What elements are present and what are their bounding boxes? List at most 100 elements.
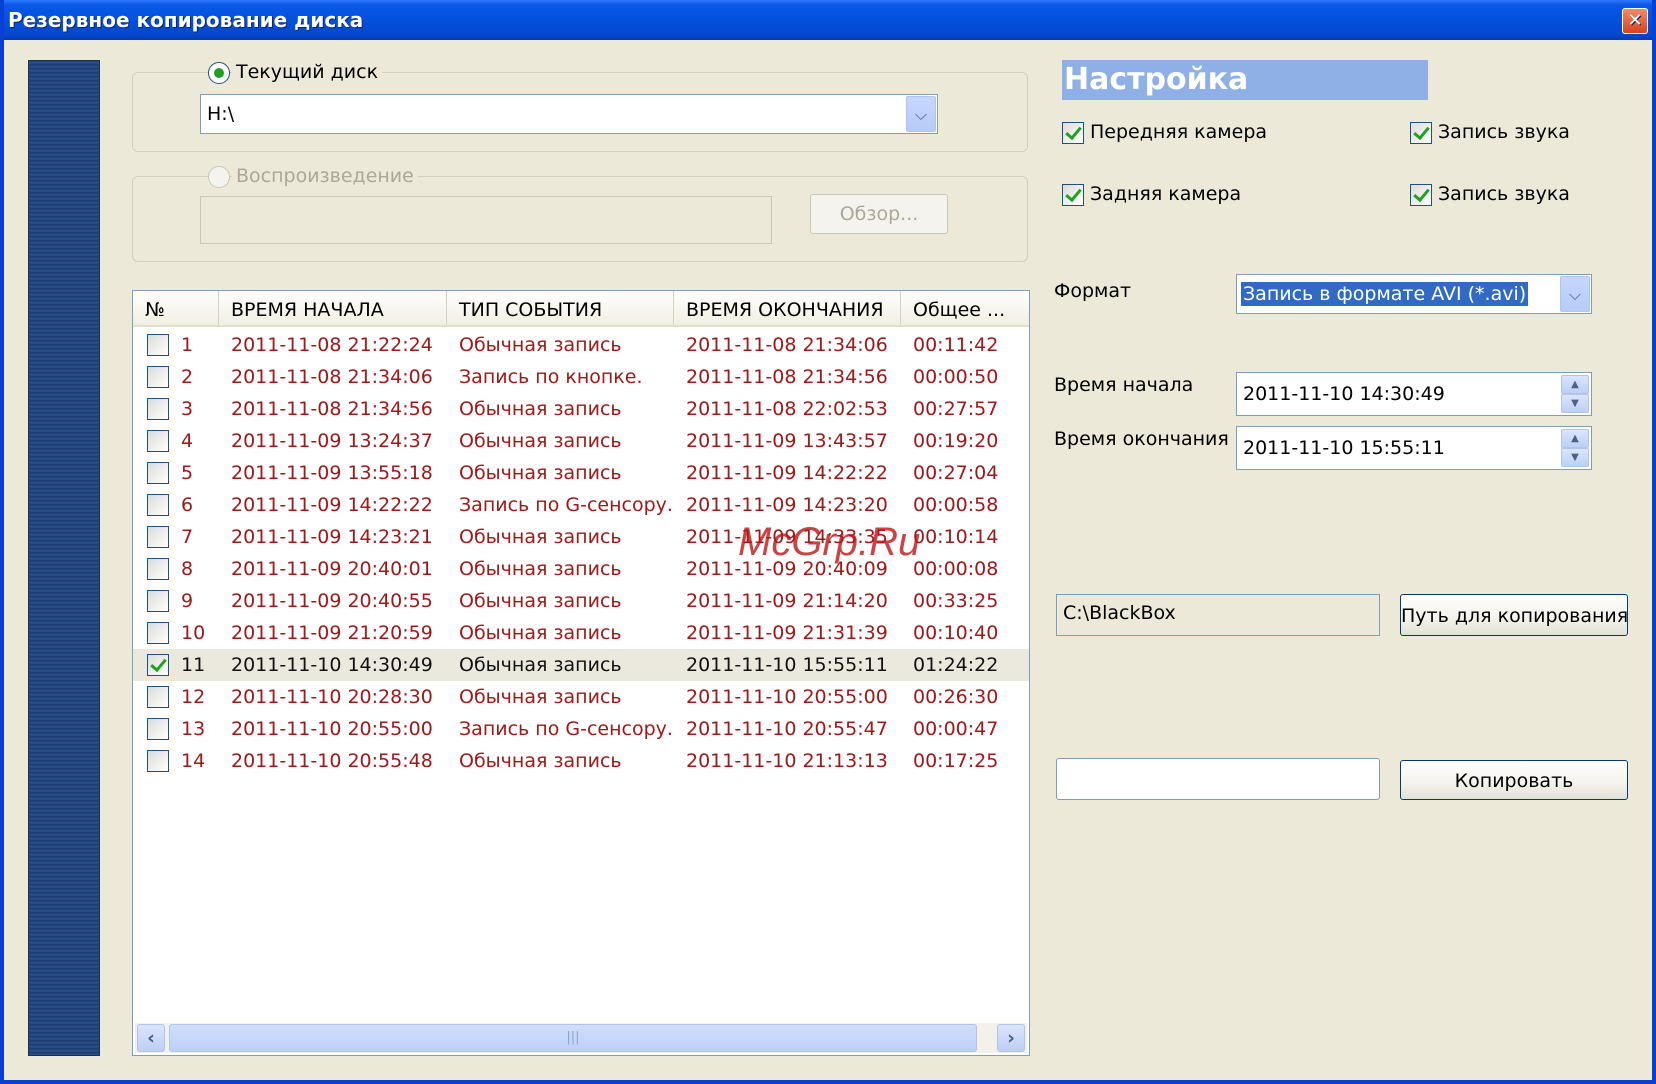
scroll-thumb[interactable]: ||| [169, 1024, 977, 1052]
copy-path-button[interactable]: Путь для копирования [1400, 594, 1628, 636]
cell-end: 2011-11-08 21:34:56 [686, 366, 888, 388]
table-row[interactable]: 10 2011-11-09 21:20:59 Обычная запись 2011-… [133, 617, 1029, 649]
cell-start: 2011-11-08 21:34:56 [231, 398, 433, 420]
copy-button[interactable]: Копировать [1400, 760, 1628, 800]
row-checkbox[interactable] [147, 718, 169, 740]
table-row[interactable]: 9 2011-11-09 20:40:55 Обычная запись 2011-1… [133, 585, 1029, 617]
row-checkbox[interactable] [147, 526, 169, 548]
table-row[interactable]: 1 2011-11-08 21:22:24 Обычная запись 2011-1… [133, 329, 1029, 361]
row-checkbox[interactable] [147, 462, 169, 484]
cell-total: 00:00:50 [913, 366, 999, 388]
watermark: McGrp.Ru [738, 520, 921, 564]
column-header-total[interactable]: Общее ... [901, 291, 1029, 325]
settings-title: Настройка [1062, 60, 1428, 100]
cell-start: 2011-11-10 20:55:48 [231, 750, 433, 772]
cell-start: 2011-11-08 21:34:06 [231, 366, 433, 388]
cell-n: 6 [181, 494, 194, 516]
cell-n: 7 [181, 526, 194, 548]
cell-start: 2011-11-09 13:24:37 [231, 430, 433, 452]
audio-front-checkbox[interactable] [1410, 122, 1432, 144]
cell-n: 9 [181, 590, 194, 612]
row-checkbox[interactable] [147, 366, 169, 388]
title-bar[interactable]: Резервное копирование диска ✕ [4, 0, 1652, 40]
close-icon: ✕ [1627, 10, 1643, 31]
table-row[interactable]: 14 2011-11-10 20:55:48 Обычная запись 2011-… [133, 745, 1029, 777]
column-header-type[interactable]: ТИП СОБЫТИЯ [447, 291, 674, 325]
spin-down-icon[interactable]: ▼ [1561, 448, 1589, 467]
table-row[interactable]: 3 2011-11-08 21:34:56 Обычная запись 2011-1… [133, 393, 1029, 425]
spin-up-icon[interactable]: ▲ [1561, 375, 1589, 394]
progress-field [1056, 758, 1380, 800]
format-select[interactable]: Запись в формате AVI (*.avi) ⌵ [1236, 274, 1592, 314]
table-row[interactable]: 4 2011-11-09 13:24:37 Обычная запись 2011-1… [133, 425, 1029, 457]
column-header-end[interactable]: ВРЕМЯ ОКОНЧАНИЯ [674, 291, 901, 325]
list-header: № ВРЕМЯ НАЧАЛА ТИП СОБЫТИЯ ВРЕМЯ ОКОНЧАН… [133, 291, 1029, 327]
current-disk-radio[interactable] [208, 62, 230, 84]
row-checkbox[interactable] [147, 654, 169, 676]
column-header-start[interactable]: ВРЕМЯ НАЧАЛА [219, 291, 447, 325]
spin-up-icon[interactable]: ▲ [1561, 429, 1589, 448]
cell-type: Обычная запись [459, 622, 622, 644]
event-list[interactable]: № ВРЕМЯ НАЧАЛА ТИП СОБЫТИЯ ВРЕМЯ ОКОНЧАН… [132, 290, 1030, 1056]
row-checkbox[interactable] [147, 334, 169, 356]
cell-total: 01:24:22 [913, 654, 999, 676]
cell-total: 00:00:47 [913, 718, 999, 740]
disk-select[interactable]: H:\ ⌵ [200, 94, 938, 134]
cell-n: 12 [181, 686, 206, 708]
horizontal-scrollbar[interactable]: ‹ ||| › [135, 1023, 1027, 1053]
arrow-left-icon[interactable]: ‹ [137, 1024, 165, 1052]
cell-type: Запись по G-сенсору. [459, 494, 673, 516]
chevron-down-icon[interactable]: ⌵ [906, 96, 936, 132]
table-row[interactable]: 2 2011-11-08 21:34:06 Запись по кнопке. 201… [133, 361, 1029, 393]
row-checkbox[interactable] [147, 686, 169, 708]
close-button[interactable]: ✕ [1622, 8, 1648, 34]
cell-end: 2011-11-09 21:31:39 [686, 622, 888, 644]
playback-path-input[interactable] [200, 196, 772, 244]
start-time-input[interactable]: 2011-11-10 14:30:49 ▲ ▼ [1236, 372, 1592, 416]
audio-rear-checkbox[interactable] [1410, 184, 1432, 206]
arrow-right-icon[interactable]: › [997, 1024, 1025, 1052]
disk-select-value: H:\ [207, 103, 235, 125]
table-row[interactable]: 13 2011-11-10 20:55:00 Запись по G-сенсору… [133, 713, 1029, 745]
row-checkbox[interactable] [147, 558, 169, 580]
cell-n: 2 [181, 366, 194, 388]
row-checkbox[interactable] [147, 590, 169, 612]
browse-button[interactable]: Обзор... [810, 194, 948, 234]
cell-start: 2011-11-09 21:20:59 [231, 622, 433, 644]
cell-start: 2011-11-09 20:40:55 [231, 590, 433, 612]
decorative-sidebar [28, 60, 100, 1056]
cell-total: 00:17:25 [913, 750, 999, 772]
playback-radio[interactable] [208, 166, 230, 188]
cell-type: Обычная запись [459, 398, 622, 420]
column-header-number[interactable]: № [133, 291, 219, 325]
chevron-down-icon[interactable]: ⌵ [1560, 276, 1590, 312]
cell-total: 00:33:25 [913, 590, 999, 612]
cell-end: 2011-11-10 21:13:13 [686, 750, 888, 772]
row-checkbox[interactable] [147, 622, 169, 644]
cell-n: 1 [181, 334, 194, 356]
cell-end: 2011-11-09 14:22:22 [686, 462, 888, 484]
cell-type: Запись по G-сенсору. [459, 718, 673, 740]
cell-start: 2011-11-10 14:30:49 [231, 654, 433, 676]
backup-window: Резервное копирование диска ✕ Текущий ди… [0, 0, 1656, 1084]
cell-n: 10 [181, 622, 206, 644]
cell-n: 8 [181, 558, 194, 580]
end-time-label: Время окончания [1054, 428, 1229, 450]
cell-total: 00:00:08 [913, 558, 999, 580]
end-time-input[interactable]: 2011-11-10 15:55:11 ▲ ▼ [1236, 426, 1592, 470]
row-checkbox[interactable] [147, 430, 169, 452]
front-camera-checkbox[interactable] [1062, 122, 1084, 144]
table-row[interactable]: 5 2011-11-09 13:55:18 Обычная запись 2011-1… [133, 457, 1029, 489]
table-row[interactable]: 12 2011-11-10 20:28:30 Обычная запись 2011-… [133, 681, 1029, 713]
table-row[interactable]: 11 2011-11-10 14:30:49 Обычная запись 2011-… [133, 649, 1029, 681]
cell-start: 2011-11-09 14:23:21 [231, 526, 433, 548]
row-checkbox[interactable] [147, 750, 169, 772]
rear-camera-checkbox[interactable] [1062, 184, 1084, 206]
spin-down-icon[interactable]: ▼ [1561, 394, 1589, 413]
cell-type: Запись по кнопке. [459, 366, 643, 388]
row-checkbox[interactable] [147, 494, 169, 516]
row-checkbox[interactable] [147, 398, 169, 420]
table-row[interactable]: 6 2011-11-09 14:22:22 Запись по G-сенсору.… [133, 489, 1029, 521]
cell-end: 2011-11-10 20:55:47 [686, 718, 888, 740]
cell-start: 2011-11-10 20:55:00 [231, 718, 433, 740]
